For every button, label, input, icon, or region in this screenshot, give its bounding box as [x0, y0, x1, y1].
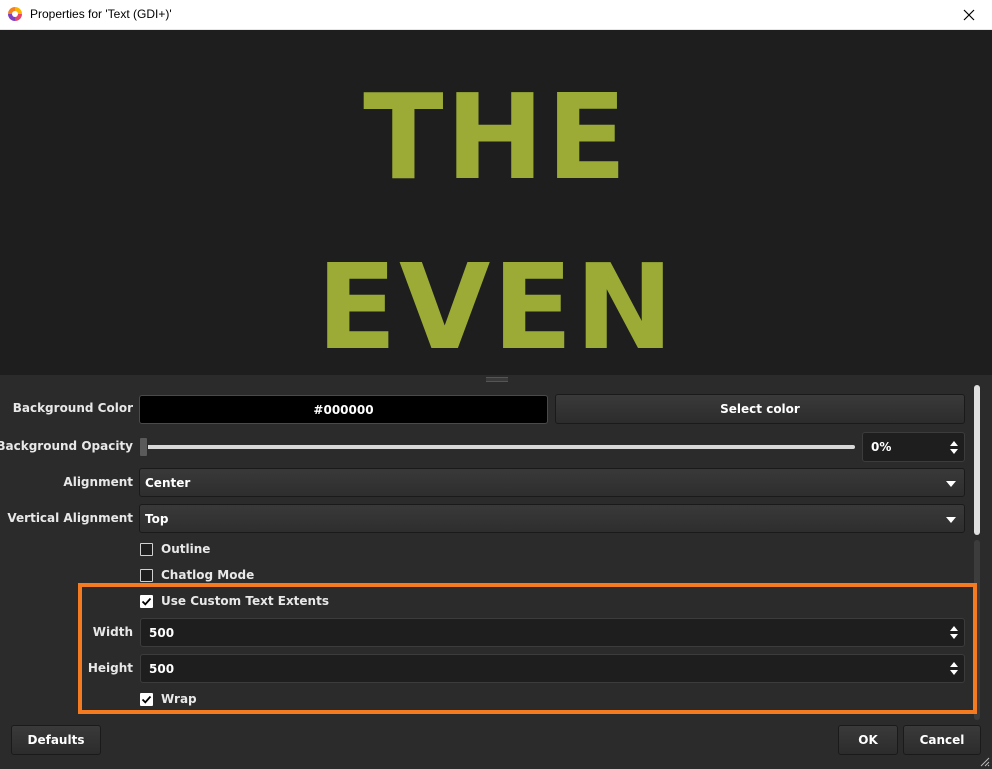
preview-text-line-1: THE: [363, 68, 629, 206]
height-label: Height: [87, 661, 133, 675]
use-custom-text-extents-row[interactable]: Use Custom Text Extents: [140, 592, 329, 610]
width-label: Width: [92, 625, 133, 639]
chatlog-mode-checkbox-row[interactable]: Chatlog Mode: [140, 566, 254, 584]
background-opacity-value: 0%: [871, 440, 892, 454]
wrap-checkbox-row[interactable]: Wrap: [140, 690, 197, 708]
chevron-down-icon: [946, 517, 956, 523]
background-opacity-spinbox[interactable]: 0%: [862, 432, 965, 462]
width-spinbox[interactable]: 500: [140, 618, 965, 647]
chatlog-mode-label: Chatlog Mode: [161, 568, 255, 582]
chevron-down-icon: [946, 481, 956, 487]
alignment-label: Alignment: [63, 475, 133, 489]
checkmark-icon: [141, 695, 152, 704]
preview-area: THE EVEN: [0, 30, 992, 375]
scrollbar-track-lower[interactable]: [974, 540, 980, 720]
properties-scrollbar[interactable]: [974, 385, 980, 720]
checkmark-icon: [141, 597, 152, 606]
outline-checkbox[interactable]: [140, 542, 153, 556]
scrollbar-thumb[interactable]: [974, 385, 980, 535]
defaults-button[interactable]: Defaults: [11, 725, 101, 755]
close-icon: [963, 9, 975, 21]
alignment-dropdown[interactable]: Center: [139, 468, 965, 497]
background-opacity-slider[interactable]: [142, 445, 855, 449]
cancel-button[interactable]: Cancel: [903, 725, 981, 755]
title-bar: Properties for 'Text (GDI+)': [0, 0, 992, 30]
vertical-alignment-label: Vertical Alignment: [7, 511, 133, 525]
select-color-button[interactable]: Select color: [555, 394, 965, 424]
use-custom-text-extents-checkbox[interactable]: [140, 594, 153, 608]
vertical-alignment-value: Top: [145, 511, 169, 526]
width-value: 500: [149, 625, 175, 640]
decrement-icon[interactable]: [950, 448, 958, 454]
wrap-label: Wrap: [161, 692, 197, 706]
background-color-label: Background Color: [12, 401, 133, 415]
increment-icon[interactable]: [950, 626, 958, 631]
height-spinbox[interactable]: 500: [140, 654, 965, 683]
increment-icon[interactable]: [950, 440, 958, 446]
outline-label: Outline: [161, 542, 211, 556]
resize-grip-icon[interactable]: [980, 757, 990, 767]
app-icon: [8, 7, 22, 21]
wrap-checkbox[interactable]: [140, 692, 153, 706]
window-title: Properties for 'Text (GDI+)': [30, 7, 172, 21]
decrement-icon[interactable]: [950, 670, 958, 675]
alignment-value: Center: [145, 475, 191, 490]
height-value: 500: [149, 661, 175, 676]
dialog-footer: Defaults OK Cancel: [0, 720, 992, 769]
increment-icon[interactable]: [950, 662, 958, 667]
chatlog-mode-checkbox[interactable]: [140, 568, 153, 582]
outline-checkbox-row[interactable]: Outline: [140, 540, 210, 558]
ok-button[interactable]: OK: [838, 725, 898, 755]
background-color-swatch[interactable]: #000000: [139, 395, 548, 424]
decrement-icon[interactable]: [950, 634, 958, 639]
background-opacity-label: Background Opacity: [0, 439, 133, 453]
preview-text-line-2: EVEN: [316, 238, 676, 376]
vertical-alignment-dropdown[interactable]: Top: [139, 504, 965, 533]
background-opacity-slider-handle[interactable]: [139, 437, 148, 457]
properties-panel: Background Color #000000 Select color Ba…: [0, 385, 975, 720]
close-button[interactable]: [946, 0, 992, 30]
use-custom-text-extents-label: Use Custom Text Extents: [161, 594, 329, 608]
splitter-handle[interactable]: [486, 377, 508, 382]
